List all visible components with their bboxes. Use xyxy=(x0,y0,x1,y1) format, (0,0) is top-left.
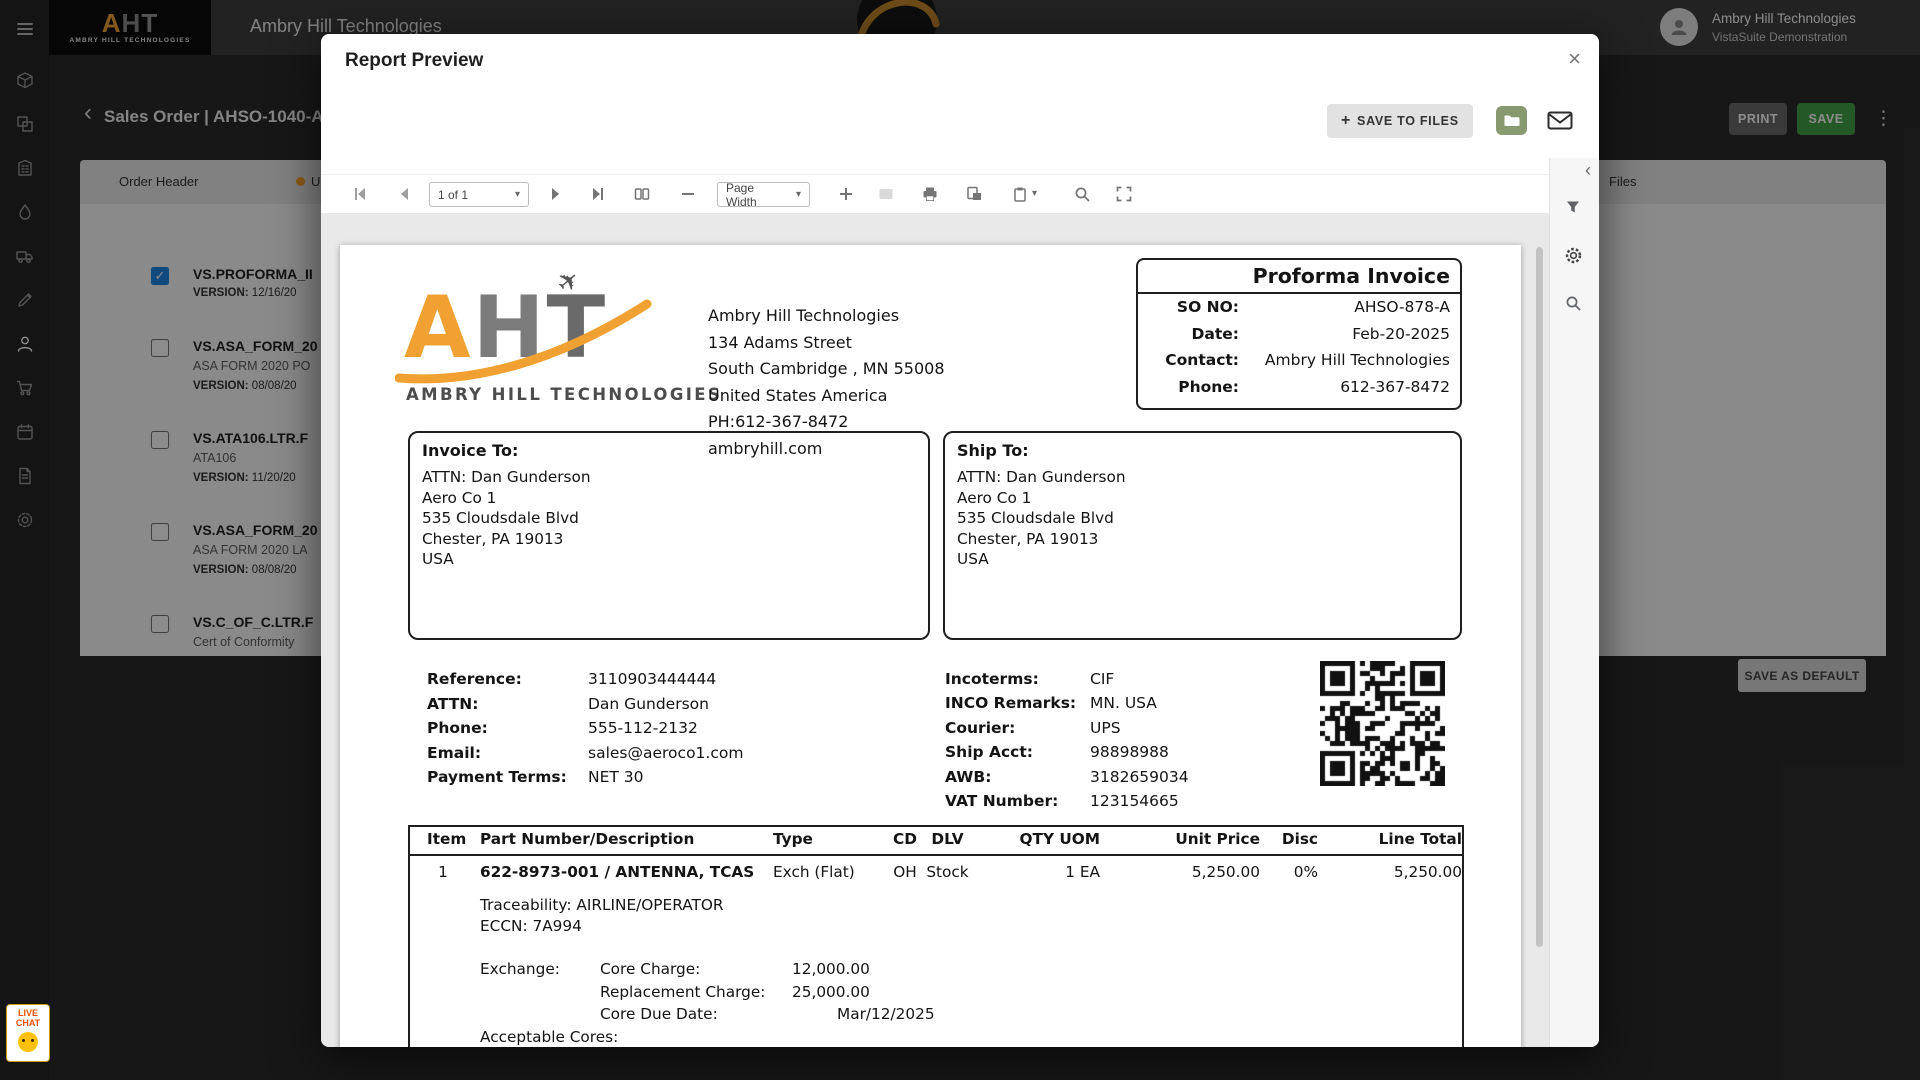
invoice-page: AHT ✈ AMBRY HILL TECHNOLOGIES Ambry Hill… xyxy=(340,245,1521,1047)
multipage-view-icon[interactable] xyxy=(633,185,651,203)
fullscreen-icon[interactable] xyxy=(1115,185,1133,203)
zoom-in-icon[interactable] xyxy=(837,185,855,203)
invoice-field: Phone: 612-367-8472 xyxy=(1178,377,1450,396)
logo-swoosh xyxy=(395,299,652,384)
invoice-field: Date: Feb-20-2025 xyxy=(1191,324,1450,343)
print-layout-icon[interactable] xyxy=(965,185,983,203)
first-page-icon[interactable] xyxy=(351,185,369,203)
paste-export-icon[interactable] xyxy=(1011,185,1029,203)
live-chat-label-1: LIVE xyxy=(17,1008,38,1018)
next-page-icon[interactable] xyxy=(547,185,565,203)
invoice-field: Contact: Ambry Hill Technologies xyxy=(1165,351,1450,369)
invoice-field: SO NO: AHSO-878-A xyxy=(1176,298,1450,316)
proforma-invoice-box: Proforma Invoice SO NO: AHSO-878-A Date: F… xyxy=(1136,258,1462,410)
live-chat-mascot-icon xyxy=(18,1032,38,1052)
filter-icon[interactable] xyxy=(1564,198,1582,216)
modal-title: Report Preview xyxy=(345,50,484,71)
print-icon[interactable] xyxy=(921,185,939,203)
settings-gear-icon[interactable] xyxy=(1564,246,1583,265)
traceability-note: Traceability: AIRLINE/OPERATOR xyxy=(480,896,724,914)
close-icon[interactable]: × xyxy=(1568,46,1581,72)
previous-page-icon[interactable] xyxy=(395,185,413,203)
live-chat-widget[interactable]: LIVE CHAT xyxy=(6,1004,50,1062)
invoice-to-box: Invoice To: ATTN: Dan Gunderson Aero Co … xyxy=(408,431,930,640)
logo-subtext: AMBRY HILL TECHNOLOGIES xyxy=(406,385,723,404)
last-page-icon[interactable] xyxy=(589,185,607,203)
caret-down-icon: ▾ xyxy=(795,189,801,200)
report-preview-modal: Report Preview × + SAVE TO FILES 1 of 1 … xyxy=(321,34,1599,1047)
mail-icon xyxy=(1547,111,1573,129)
save-to-files-button[interactable]: + SAVE TO FILES xyxy=(1327,104,1473,138)
screen: AHT AMBRY HILL TECHNOLOGIES Ambry Hill T… xyxy=(0,0,1920,1080)
live-chat-label-2: CHAT xyxy=(15,1018,41,1028)
reference-block: Reference: 3110903444444 ATTN: Dan Gunders… xyxy=(427,670,744,787)
email-report-button[interactable] xyxy=(1542,103,1578,137)
ship-to-box: Ship To: ATTN: Dan Gunderson Aero Co 1 5… xyxy=(943,431,1462,640)
line-items-table: Item Part Number/Description Type CD DLV… xyxy=(408,825,1464,1047)
invoice-title: Proforma Invoice xyxy=(1138,260,1460,294)
zoom-mode-dropdown[interactable]: Page Width ▾ xyxy=(717,181,810,209)
viewer-toolbar: 1 of 1 ▾ Page Width ▾ ▾ xyxy=(321,174,1550,214)
caret-down-icon: ▾ xyxy=(514,189,520,200)
zoom-out-icon[interactable] xyxy=(679,185,697,203)
vertical-scrollbar[interactable] xyxy=(1536,247,1543,947)
shipping-terms-block: Incoterms: CIF INCO Remarks: MN. USA Couri… xyxy=(945,670,1189,811)
collapse-panel-icon[interactable]: ‹ xyxy=(1585,160,1591,181)
side-tool-strip: ‹ xyxy=(1549,158,1599,1047)
open-folder-button[interactable] xyxy=(1496,106,1527,135)
export-disabled-icon xyxy=(879,189,893,199)
page-select-dropdown[interactable]: 1 of 1 ▾ xyxy=(429,182,529,207)
table-header-row: Item Part Number/Description Type CD DLV… xyxy=(410,827,1462,856)
caret-down-icon[interactable]: ▾ xyxy=(1032,188,1037,199)
eccn-note: ECCN: 7A994 xyxy=(480,917,582,935)
search-panel-icon[interactable] xyxy=(1564,294,1582,312)
document-viewport[interactable]: AHT ✈ AMBRY HILL TECHNOLOGIES Ambry Hill… xyxy=(321,213,1550,1047)
folder-icon xyxy=(1504,115,1519,126)
search-document-icon[interactable] xyxy=(1073,185,1091,203)
plus-icon: + xyxy=(1341,112,1352,129)
qr-code xyxy=(1320,661,1445,786)
